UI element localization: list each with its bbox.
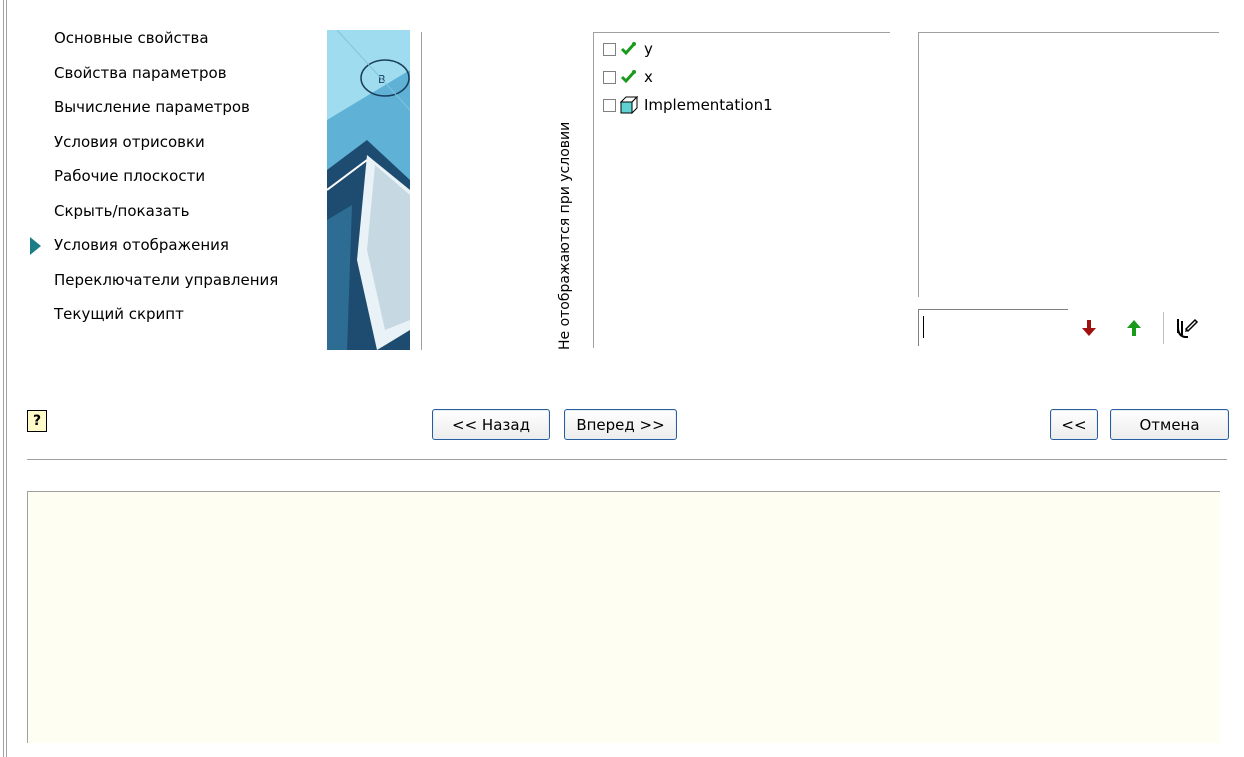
toolbar-separator xyxy=(1163,312,1164,344)
step-label: Условия отображения xyxy=(54,236,229,254)
current-step-arrow-icon xyxy=(30,237,41,255)
item-label: y xyxy=(644,40,653,58)
help-icon: ? xyxy=(32,413,42,429)
item-checkbox[interactable] xyxy=(603,98,616,112)
item-label: x xyxy=(644,68,653,86)
green-arrow-up-icon xyxy=(1127,320,1141,336)
tree-item-x[interactable]: x xyxy=(594,63,890,91)
cancel-button[interactable]: Отмена xyxy=(1110,409,1229,440)
step-label: Свойства параметров xyxy=(54,63,227,82)
tree-item-y[interactable]: y xyxy=(594,35,890,63)
step-display-conditions[interactable]: Условия отображения xyxy=(30,233,330,268)
move-up-button[interactable] xyxy=(1120,314,1148,342)
cancel-button-label: Отмена xyxy=(1139,415,1200,434)
window-left-border xyxy=(0,0,7,757)
text-caret xyxy=(923,316,924,338)
step-hide-show[interactable]: Скрыть/показать xyxy=(30,199,330,234)
help-button[interactable]: ? xyxy=(27,410,47,432)
wizard-banner-image: B xyxy=(327,30,410,350)
cube-icon xyxy=(619,95,639,115)
step-parameter-calculation[interactable]: Вычисление параметров xyxy=(30,95,330,130)
red-arrow-down-icon xyxy=(1082,320,1096,336)
hidden-items-tree[interactable]: y x Implementation1 xyxy=(593,32,890,348)
step-label: Рабочие плоскости xyxy=(54,167,206,185)
step-basic-properties[interactable]: Основные свойства xyxy=(30,26,330,61)
step-control-switches[interactable]: Переключатели управления xyxy=(30,268,330,303)
tree-item-implementation1[interactable]: Implementation1 xyxy=(594,91,890,119)
step-label: Вычисление параметров xyxy=(54,98,250,116)
hand-edit-icon xyxy=(1177,318,1199,338)
wizard-steps-list: Основные свойства Свойства параметров Вы… xyxy=(30,26,330,337)
back-button-label: << Назад xyxy=(452,415,530,434)
collapse-button-label: << xyxy=(1061,415,1087,434)
step-parameter-properties[interactable]: Свойства параметров xyxy=(30,61,330,96)
back-button[interactable]: << Назад xyxy=(432,409,550,440)
conditions-list[interactable] xyxy=(918,32,1219,297)
step-current-script[interactable]: Текущий скрипт xyxy=(30,302,330,337)
vertical-divider xyxy=(421,32,425,350)
step-label: Условия отрисовки xyxy=(54,132,205,151)
next-button-label: Вперед >> xyxy=(576,415,665,434)
step-label: Переключатели управления xyxy=(54,270,279,289)
hidden-when-label: Не отображаются при условии xyxy=(557,121,573,350)
step-label: Текущий скрипт xyxy=(54,305,184,323)
item-checkbox[interactable] xyxy=(603,42,616,56)
step-work-planes[interactable]: Рабочие плоскости xyxy=(30,164,330,199)
condition-input[interactable] xyxy=(918,309,1068,346)
edit-condition-button[interactable] xyxy=(1172,314,1200,342)
description-box xyxy=(27,491,1220,743)
step-label: Скрыть/показать xyxy=(54,201,190,220)
step-label: Основные свойства xyxy=(54,29,209,47)
collapse-button[interactable]: << xyxy=(1050,409,1098,440)
item-label: Implementation1 xyxy=(644,96,773,114)
next-button[interactable]: Вперед >> xyxy=(564,409,677,440)
green-check-icon xyxy=(620,68,638,86)
green-check-icon xyxy=(620,40,638,58)
item-checkbox[interactable] xyxy=(603,70,616,84)
horizontal-divider xyxy=(27,459,1227,463)
move-down-button[interactable] xyxy=(1075,314,1103,342)
step-drawing-conditions[interactable]: Условия отрисовки xyxy=(30,130,330,165)
